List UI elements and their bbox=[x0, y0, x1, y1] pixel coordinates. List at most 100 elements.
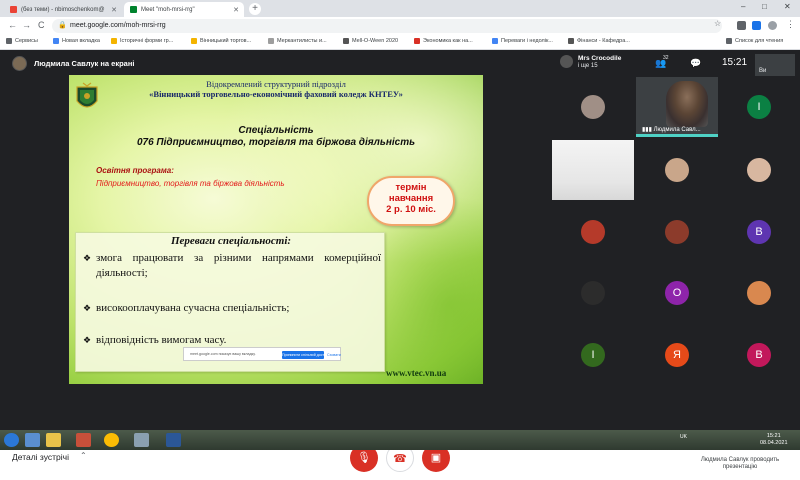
study-term-badge: термін навчання 2 р. 10 міс. bbox=[367, 176, 455, 226]
participant-tile[interactable] bbox=[718, 263, 800, 323]
address-bar[interactable]: 🔒 meet.google.com/moh-mrsi-rrg bbox=[52, 19, 722, 33]
advantage-text: відповідність вимогам часу. bbox=[96, 334, 227, 346]
slide-org-line: Відокремлений структурний підрозділ bbox=[206, 79, 346, 89]
avatar bbox=[581, 95, 605, 119]
page-icon bbox=[343, 38, 349, 44]
bookmark-label: Экономика как на... bbox=[423, 38, 473, 44]
hide-banner-button[interactable]: Сховати bbox=[327, 351, 341, 359]
bookmark-label: Історичні форми гр... bbox=[120, 38, 174, 44]
extension-icon[interactable] bbox=[737, 21, 746, 30]
forward-button[interactable]: → bbox=[22, 20, 31, 30]
close-icon[interactable]: ✕ bbox=[233, 6, 239, 14]
hang-up-icon: ☎ bbox=[393, 453, 407, 465]
avatar bbox=[560, 55, 573, 68]
participant-tile[interactable]: I bbox=[718, 77, 800, 137]
presenter-name: Людмила Савлук на екрані bbox=[34, 59, 135, 68]
advantage-item: ❖ змога працювати за різними напрямами к… bbox=[83, 251, 381, 281]
profile-avatar[interactable] bbox=[768, 21, 777, 30]
participant-tile[interactable]: В bbox=[718, 202, 800, 262]
menu-icon[interactable]: ⋮ bbox=[786, 19, 795, 30]
participant-tile[interactable]: I bbox=[552, 325, 634, 385]
extension-icon[interactable] bbox=[752, 21, 761, 30]
tab-label: Meet "moh-mrsi-rrg" bbox=[141, 6, 195, 13]
reload-button[interactable]: C bbox=[38, 20, 45, 30]
lock-icon: 🔒 bbox=[58, 22, 67, 29]
windows-taskbar: UK 15:21 08.04.2021 bbox=[0, 430, 800, 450]
app-icon[interactable] bbox=[134, 433, 149, 447]
bullet-icon: ❖ bbox=[83, 253, 92, 263]
meet-icon bbox=[130, 6, 137, 13]
avatar bbox=[747, 158, 771, 182]
explorer-icon[interactable] bbox=[46, 433, 61, 447]
bookmark-label: Меркантилисты и... bbox=[277, 38, 327, 44]
participant-tile[interactable]: Я bbox=[636, 325, 718, 385]
chevron-up-icon[interactable]: ⌃ bbox=[80, 451, 87, 460]
reading-list-icon bbox=[726, 38, 732, 44]
page-icon bbox=[268, 38, 274, 44]
url-text: meet.google.com/moh-mrsi-rrg bbox=[70, 22, 166, 29]
bookmark-item[interactable]: Фінанси - Кафедра... bbox=[568, 38, 630, 44]
bookmark-item[interactable]: Вінницький торгов... bbox=[191, 38, 251, 44]
reading-list[interactable]: Список для чтения bbox=[726, 38, 783, 44]
participant-tile[interactable] bbox=[718, 140, 800, 200]
close-window-button[interactable]: ✕ bbox=[784, 2, 791, 11]
tab-gmail[interactable]: (без теми) - nbimoschenkom@ ✕ bbox=[4, 2, 122, 17]
speaking-indicator bbox=[636, 134, 718, 137]
advantage-item: ❖ високооплачувана сучасна спеціальність… bbox=[83, 301, 381, 316]
presentation-slide: Відокремлений структурний підрозділ «Він… bbox=[69, 75, 483, 384]
maximize-button[interactable]: □ bbox=[762, 2, 767, 11]
folder-icon bbox=[191, 38, 197, 44]
avatar bbox=[12, 56, 27, 71]
language-indicator[interactable]: UK bbox=[680, 434, 687, 440]
bookmark-new-tab[interactable]: Новая вкладка bbox=[53, 38, 100, 44]
avatar bbox=[581, 220, 605, 244]
minimize-button[interactable]: – bbox=[741, 2, 745, 11]
meeting-details-button[interactable]: Деталі зустрічі bbox=[12, 452, 69, 462]
term-duration: 2 р. 10 міс. bbox=[386, 204, 436, 215]
participant-tile[interactable] bbox=[552, 77, 634, 137]
presenting-status[interactable]: Людмила Савлук проводить презентацію bbox=[690, 457, 790, 471]
bookmark-item[interactable]: Экономика как на... bbox=[414, 38, 473, 44]
share-notice: meet.google.com показує вашу вкладку. bbox=[190, 352, 256, 356]
avatar: O bbox=[665, 281, 689, 305]
bookmark-item[interactable]: Переваги і недолік... bbox=[492, 38, 553, 44]
new-tab-button[interactable]: + bbox=[249, 3, 261, 15]
star-icon[interactable]: ☆ bbox=[714, 19, 721, 28]
bookmark-item[interactable]: Меркантилисты и... bbox=[268, 38, 327, 44]
people-count: 32 bbox=[663, 55, 669, 61]
back-button[interactable]: ← bbox=[8, 20, 17, 30]
self-view-tile[interactable]: Ви bbox=[755, 54, 795, 76]
tab-meet[interactable]: Meet "moh-mrsi-rrg" ✕ bbox=[124, 2, 244, 17]
bookmark-item[interactable]: Історичні форми гр... bbox=[111, 38, 173, 44]
participant-tile-speaking[interactable]: ▮▮▮ Людмила Савл... bbox=[636, 77, 718, 137]
presenter-header: Людмила Савлук на екрані bbox=[0, 50, 552, 78]
chrome-icon[interactable] bbox=[104, 433, 119, 447]
meet-main: Людмила Савлук на екрані Відокремлений с… bbox=[0, 50, 800, 480]
stop-sharing-button[interactable]: Припинити спільний доступ bbox=[282, 351, 328, 359]
word-icon[interactable] bbox=[166, 433, 181, 447]
participant-name: ▮▮▮ Людмила Савл... bbox=[642, 127, 701, 133]
close-icon[interactable]: ✕ bbox=[111, 6, 117, 14]
participant-tile[interactable] bbox=[636, 202, 718, 262]
start-icon[interactable] bbox=[4, 433, 19, 447]
bookmark-services[interactable]: Сервисы bbox=[6, 38, 38, 44]
participant-tile[interactable] bbox=[552, 202, 634, 262]
app-icon[interactable] bbox=[76, 433, 91, 447]
avatar bbox=[665, 158, 689, 182]
participant-tile[interactable]: В bbox=[718, 325, 800, 385]
participant-tile[interactable] bbox=[552, 263, 634, 323]
system-clock[interactable]: 15:21 08.04.2021 bbox=[760, 433, 788, 447]
ie-icon[interactable] bbox=[25, 433, 40, 447]
bookmark-item[interactable]: Mell-O-Ween 2020 bbox=[343, 38, 398, 44]
avatar bbox=[581, 281, 605, 305]
term-line: термін bbox=[395, 182, 427, 193]
slide-specialty-heading: Спеціальність bbox=[238, 125, 314, 136]
bookmark-label: Вінницький торгов... bbox=[200, 38, 252, 44]
participant-tile[interactable] bbox=[636, 140, 718, 200]
gmail-icon bbox=[10, 6, 17, 13]
participant-tile[interactable]: O bbox=[636, 263, 718, 323]
browser-toolbar: ← → C 🔒 meet.google.com/moh-mrsi-rrg ☆ ⋮ bbox=[0, 17, 800, 35]
participant-tile[interactable] bbox=[552, 140, 634, 200]
slide-org-name: «Вінницький торговельно-економічний фахо… bbox=[149, 89, 403, 99]
chat-icon[interactable]: 💬 bbox=[690, 58, 701, 69]
